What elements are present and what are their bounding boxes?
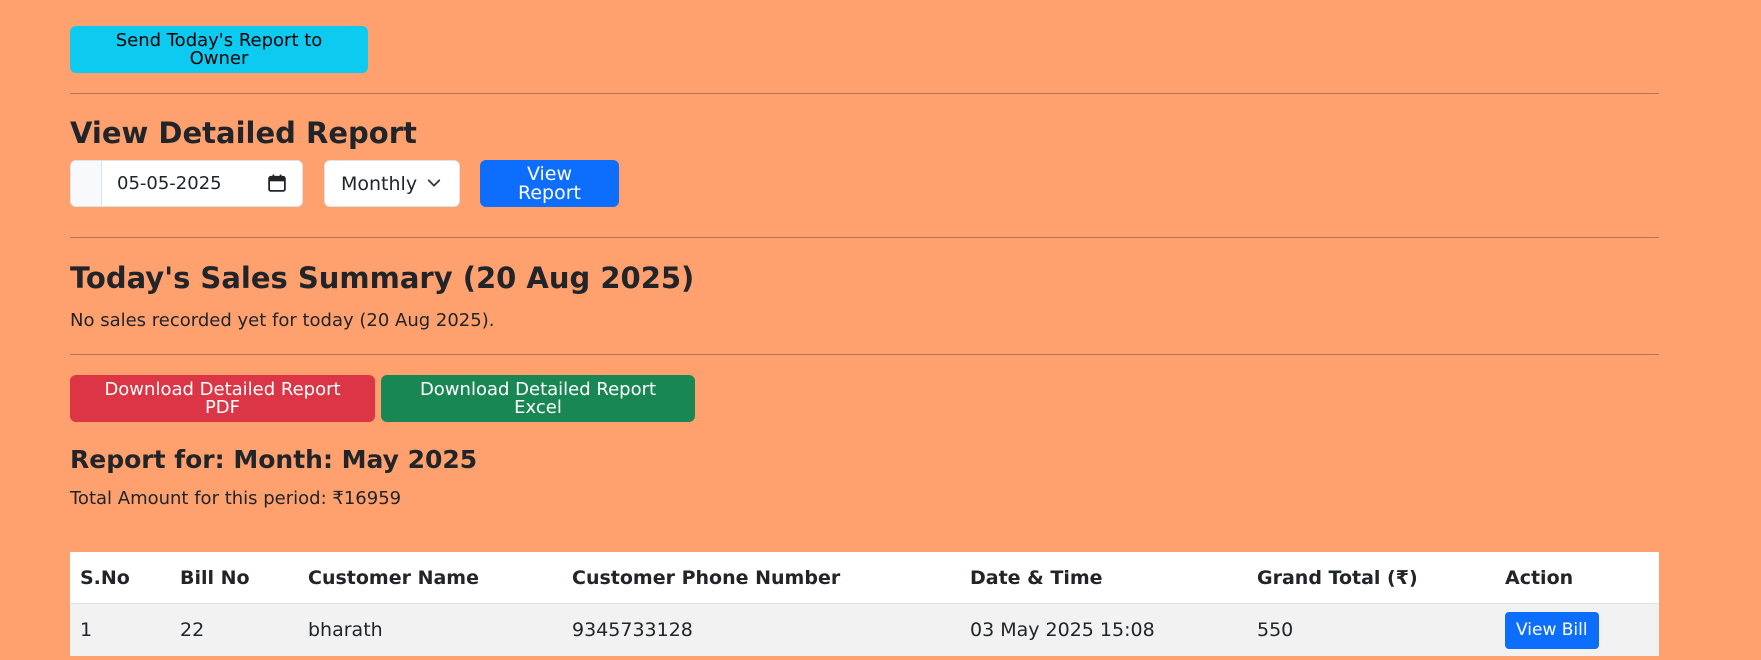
cell-phone: 9345733128: [562, 603, 960, 656]
divider: [70, 354, 1659, 355]
report-total-amount: Total Amount for this period: ₹16959: [70, 488, 402, 509]
detailed-report-title: View Detailed Report: [70, 116, 417, 150]
download-pdf-button[interactable]: Download Detailed Report PDF: [70, 375, 375, 422]
chevron-down-icon: [427, 179, 441, 187]
view-bill-button[interactable]: View Bill: [1505, 611, 1599, 649]
column-header: Date & Time: [960, 552, 1247, 604]
calendar-icon[interactable]: [268, 174, 286, 192]
cell-bill-no: 22: [170, 603, 298, 656]
table-header-row: S.No Bill No Customer Name Customer Phon…: [70, 552, 1659, 604]
send-report-button[interactable]: Send Today's Report to Owner: [70, 26, 368, 73]
column-header: Grand Total (₹): [1247, 552, 1495, 604]
report-table: S.No Bill No Customer Name Customer Phon…: [70, 552, 1659, 656]
column-header: Customer Name: [298, 552, 562, 604]
cell-customer-name: bharath: [298, 603, 562, 656]
column-header: Bill No: [170, 552, 298, 604]
date-value: 05-05-2025: [117, 173, 222, 194]
report-period-heading: Report for: Month: May 2025: [70, 445, 478, 474]
table-row: 1 22 bharath 9345733128 03 May 2025 15:0…: [70, 603, 1659, 656]
download-excel-button[interactable]: Download Detailed Report Excel: [381, 375, 695, 422]
sales-summary-title: Today's Sales Summary (20 Aug 2025): [70, 261, 695, 295]
period-select-value: Monthly: [341, 173, 418, 195]
column-header: Action: [1495, 552, 1659, 604]
divider: [70, 93, 1659, 94]
cell-sno: 1: [70, 603, 170, 656]
cell-action: View Bill: [1495, 603, 1659, 656]
column-header: S.No: [70, 552, 170, 604]
cell-datetime: 03 May 2025 15:08: [960, 603, 1247, 656]
divider: [70, 237, 1659, 238]
column-header: Customer Phone Number: [562, 552, 960, 604]
sales-summary-message: No sales recorded yet for today (20 Aug …: [70, 310, 495, 331]
date-input-addon: [71, 161, 102, 206]
view-report-button[interactable]: View Report: [480, 160, 619, 207]
cell-grand-total: 550: [1247, 603, 1495, 656]
report-date-input[interactable]: 05-05-2025: [70, 160, 303, 207]
period-select[interactable]: Monthly: [324, 160, 460, 207]
